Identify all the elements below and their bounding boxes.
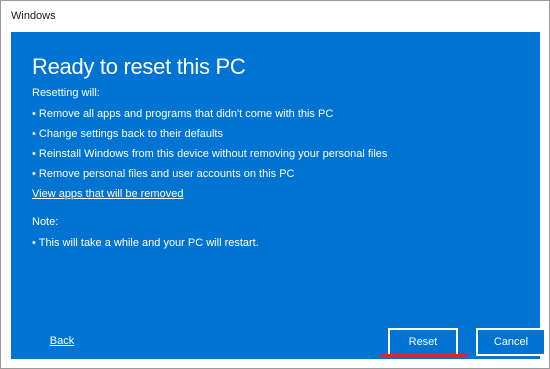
bullet-item: Change settings back to their defaults xyxy=(32,128,522,140)
bullet-item: Reinstall Windows from this device witho… xyxy=(32,148,522,160)
bullet-item: Remove all apps and programs that didn't… xyxy=(32,108,522,120)
note-bullet: This will take a while and your PC will … xyxy=(32,237,522,249)
reset-dialog-window: Windows Ready to reset this PC Resetting… xyxy=(0,0,550,369)
reset-button[interactable]: Reset xyxy=(388,328,458,356)
window-title: Windows xyxy=(11,10,56,22)
focus-underline xyxy=(381,354,467,357)
panel-body: Resetting will: Remove all apps and prog… xyxy=(32,87,522,257)
reset-panel: Ready to reset this PC Resetting will: R… xyxy=(11,32,546,359)
view-apps-link[interactable]: View apps that will be removed xyxy=(32,188,183,200)
note-label: Note: xyxy=(32,216,59,228)
bullet-item: Remove personal files and user accounts … xyxy=(32,168,522,180)
window-titlebar: Windows xyxy=(1,1,549,31)
panel-title: Ready to reset this PC xyxy=(32,54,246,79)
cancel-button[interactable]: Cancel xyxy=(476,328,546,356)
back-link[interactable]: Back xyxy=(32,335,92,347)
intro-text: Resetting will: xyxy=(32,87,100,99)
